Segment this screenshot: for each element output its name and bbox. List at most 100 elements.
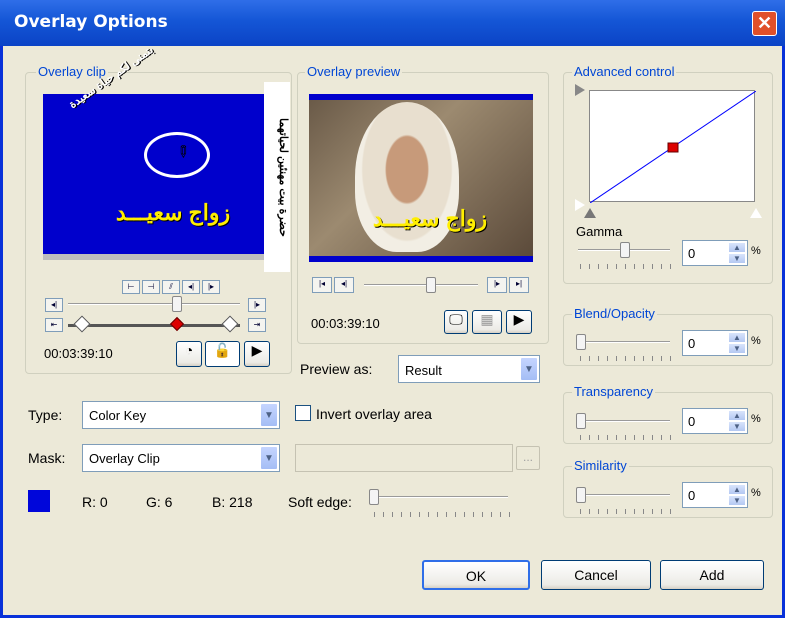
similarity-value: 0 <box>688 488 696 503</box>
gamma-label: Gamma <box>576 224 623 239</box>
overlay-preview-timecode: 00:03:39:10 <box>311 316 380 331</box>
clip-play-button[interactable]: ▶ <box>244 341 270 367</box>
invert-overlay-checkbox[interactable] <box>295 405 311 421</box>
color-red-value: R: 0 <box>82 494 108 510</box>
close-button[interactable]: ✕ <box>752 11 777 36</box>
spin-down-icon[interactable]: ▼ <box>728 495 746 506</box>
clip-scrub-track[interactable] <box>68 303 240 305</box>
preview-next-frame-button[interactable]: |▸ <box>487 277 507 293</box>
advanced-control-title: Advanced control <box>572 64 677 79</box>
blend-spinbox[interactable]: 0 ▲ ▼ <box>682 330 748 356</box>
soft-edge-label: Soft edge: <box>288 494 352 510</box>
similarity-slider-track[interactable] <box>578 494 670 496</box>
similarity-title: Similarity <box>572 458 629 473</box>
similarity-spinbox[interactable]: 0 ▲ ▼ <box>682 482 748 508</box>
transparency-slider-track[interactable] <box>578 420 670 422</box>
blend-opacity-title: Blend/Opacity <box>572 306 657 321</box>
spin-up-icon[interactable]: ▲ <box>728 332 746 343</box>
overlay-clip-screen <box>43 94 274 260</box>
mask-browse-button[interactable]: ... <box>516 446 540 470</box>
chevron-down-icon[interactable]: ▼ <box>260 403 278 427</box>
trim-range-bar[interactable] <box>68 324 240 327</box>
gamma-top-marker-icon <box>575 84 585 96</box>
preview-end-button[interactable]: ▸| <box>509 277 529 293</box>
preview-scrub-track[interactable] <box>364 284 478 286</box>
gamma-unit: % <box>751 245 761 257</box>
blend-value: 0 <box>688 336 696 351</box>
gamma-white-point-handle[interactable] <box>750 208 762 218</box>
preview-as-label: Preview as: <box>300 361 373 377</box>
spin-up-icon[interactable]: ▲ <box>728 410 746 421</box>
preview-as-select[interactable]: Result ▼ <box>398 355 540 383</box>
overlay-preview-screen <box>309 94 533 262</box>
similarity-slider-ticks <box>580 509 672 514</box>
go-to-in-button[interactable]: ◂| <box>182 280 200 294</box>
trim-start-button[interactable]: ⇤ <box>45 318 63 332</box>
overlay-clip-title: Overlay clip <box>36 64 108 79</box>
gamma-slider-ticks <box>580 264 672 269</box>
mask-select[interactable]: Overlay Clip ▼ <box>82 444 280 472</box>
mask-path-field <box>295 444 513 472</box>
monitor-icon: 🖵 <box>449 311 463 327</box>
gamma-value: 0 <box>688 246 696 261</box>
clip-scrub-thumb[interactable] <box>172 296 182 312</box>
mark-out-button[interactable]: ⊣ <box>142 280 160 294</box>
similarity-slider-thumb[interactable] <box>576 487 586 503</box>
preview-scrub-thumb[interactable] <box>426 277 436 293</box>
gamma-black-point-handle[interactable] <box>584 208 596 218</box>
mark-in-button[interactable]: ⊢ <box>122 280 140 294</box>
transparency-unit: % <box>751 413 761 425</box>
go-to-out-button[interactable]: |▸ <box>202 280 220 294</box>
spin-up-icon[interactable]: ▲ <box>728 484 746 495</box>
trim-end-button[interactable]: ⇥ <box>248 318 266 332</box>
clip-step-back-button[interactable]: ◂| <box>45 298 63 312</box>
blend-slider-thumb[interactable] <box>576 334 586 350</box>
gamma-curve-svg <box>590 91 756 203</box>
gamma-spinbox[interactable]: 0 ▲ ▼ <box>682 240 748 266</box>
preview-start-button[interactable]: |◂ <box>312 277 332 293</box>
spin-down-icon[interactable]: ▼ <box>728 253 746 264</box>
chevron-down-icon[interactable]: ▼ <box>520 357 538 381</box>
blend-slider-track[interactable] <box>578 341 670 343</box>
mask-label: Mask: <box>28 450 66 466</box>
vertical-watermark-text: حضرة بيت مهنئين لحياتهما <box>264 82 290 272</box>
split-button[interactable]: ⫽ <box>162 280 180 294</box>
speed-icon: ◔ <box>184 342 194 358</box>
soft-edge-slider-track[interactable] <box>372 496 508 498</box>
transparency-slider-thumb[interactable] <box>576 413 586 429</box>
chevron-down-icon[interactable]: ▼ <box>260 446 278 470</box>
lock-icon: 🔓 <box>213 342 232 358</box>
preview-prev-frame-button[interactable]: ◂| <box>334 277 354 293</box>
dialog-title: Overlay Options <box>14 12 168 32</box>
gamma-curve-graph[interactable] <box>589 90 756 203</box>
add-button[interactable]: Add <box>660 560 764 590</box>
soft-edge-slider-thumb[interactable] <box>369 489 379 505</box>
lock-button[interactable]: 🔓 <box>205 341 240 367</box>
overlay-preview-caption: زواج سعيـــد <box>372 206 488 231</box>
tv-icon: ▦ <box>480 311 494 327</box>
spin-down-icon[interactable]: ▼ <box>728 343 746 354</box>
type-select[interactable]: Color Key ▼ <box>82 401 280 429</box>
close-icon: ✕ <box>756 13 773 33</box>
gamma-slider-thumb[interactable] <box>620 242 630 258</box>
mask-value: Overlay Clip <box>89 451 160 466</box>
spin-up-icon[interactable]: ▲ <box>728 242 746 253</box>
cancel-button[interactable]: Cancel <box>541 560 651 590</box>
spin-down-icon[interactable]: ▼ <box>728 421 746 432</box>
preview-tv-button[interactable]: ▦ <box>472 310 502 334</box>
transparency-value: 0 <box>688 414 696 429</box>
preview-as-value: Result <box>405 363 442 378</box>
ok-button[interactable]: OK <box>422 560 530 590</box>
overlay-clip-timecode: 00:03:39:10 <box>44 346 113 361</box>
preview-window-button[interactable]: 🖵 <box>444 310 468 334</box>
key-color-swatch[interactable] <box>28 490 50 512</box>
overlay-preview-title: Overlay preview <box>305 64 403 79</box>
repeat-button[interactable]: ◔ <box>176 341 202 367</box>
preview-play-button[interactable]: ▶ <box>506 310 532 334</box>
invert-overlay-label[interactable]: Invert overlay area <box>316 406 432 422</box>
similarity-unit: % <box>751 487 761 499</box>
clip-step-forward-button[interactable]: |▸ <box>248 298 266 312</box>
blend-slider-ticks <box>580 356 672 361</box>
play-icon: ▶ <box>251 342 263 358</box>
transparency-spinbox[interactable]: 0 ▲ ▼ <box>682 408 748 434</box>
